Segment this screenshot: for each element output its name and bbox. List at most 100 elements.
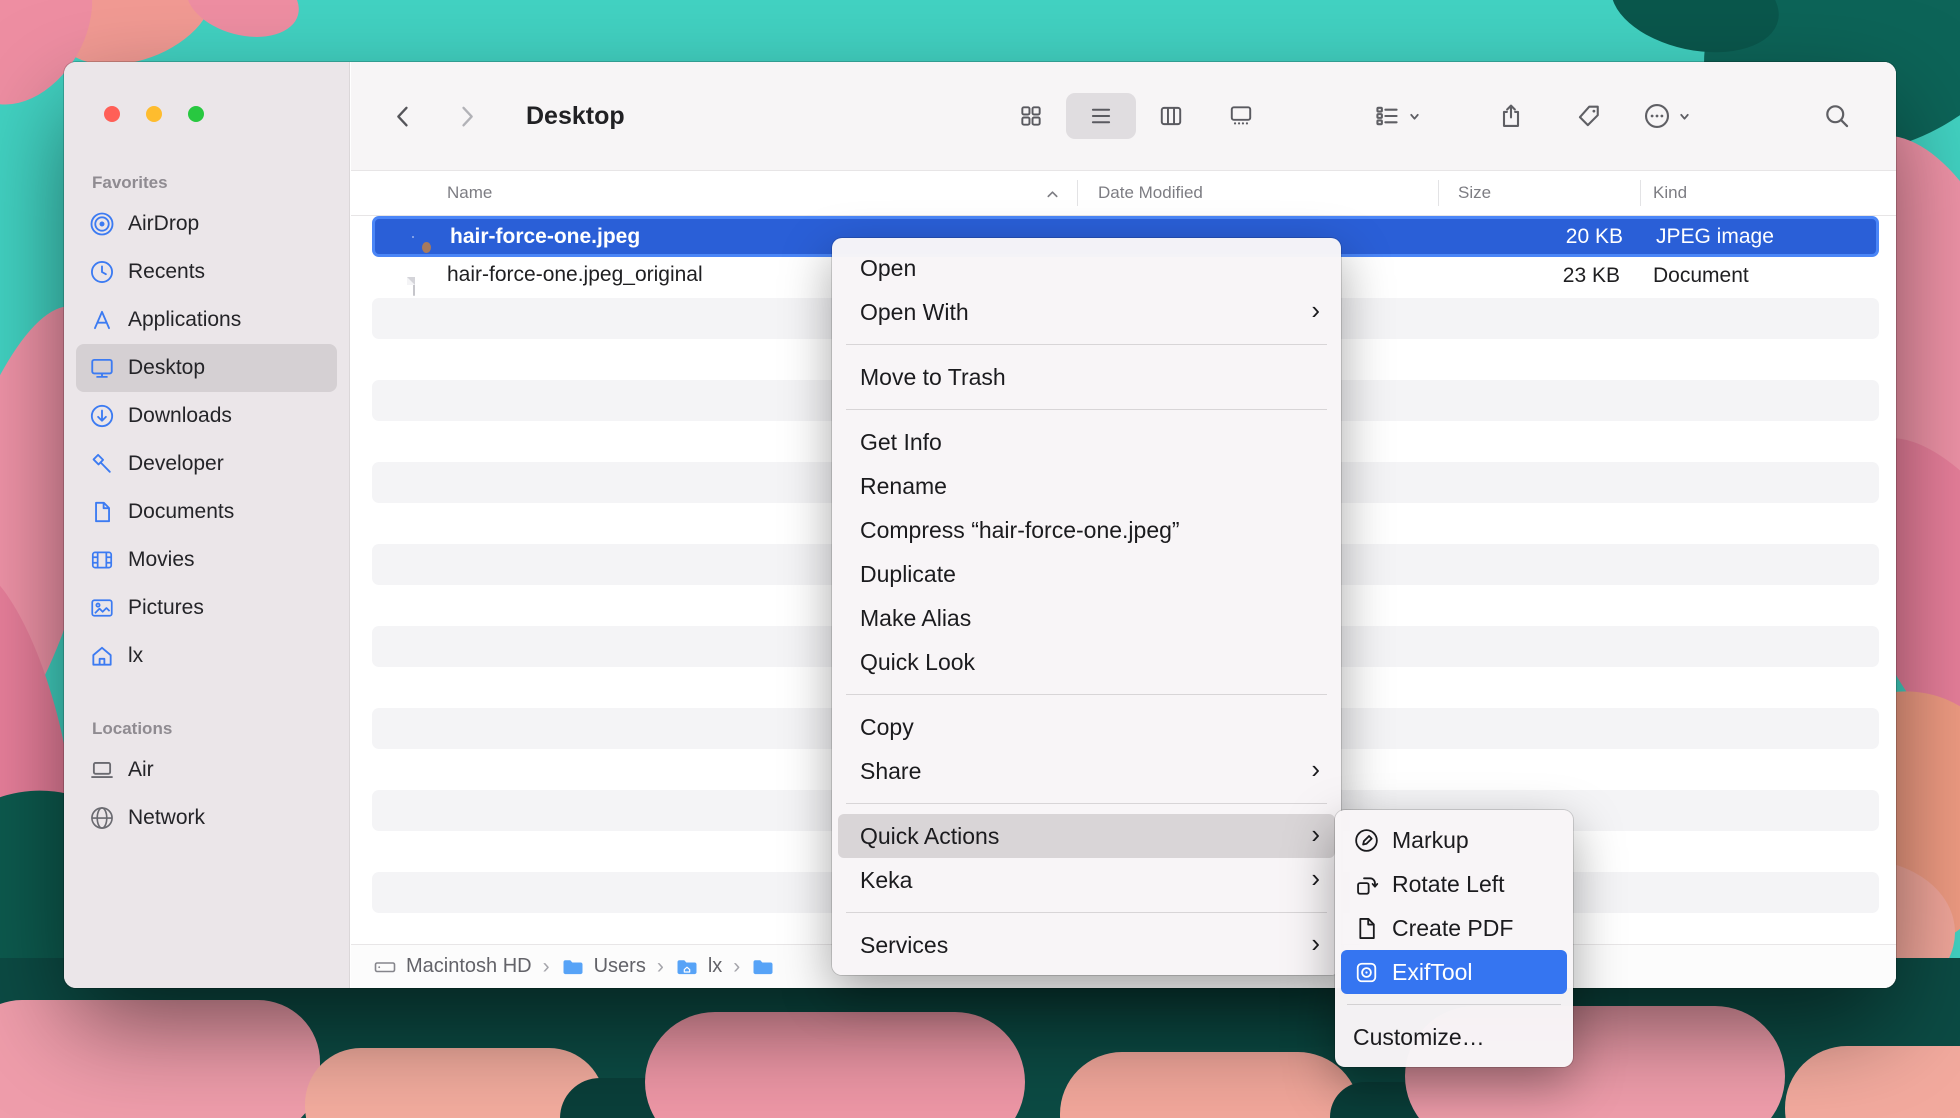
file-name: hair-force-one.jpeg_original	[447, 257, 703, 293]
window-title: Desktop	[526, 62, 625, 170]
close-button[interactable]	[104, 106, 120, 122]
sidebar-item-air[interactable]: Air	[76, 746, 337, 794]
gallery-view-button[interactable]	[1206, 93, 1276, 139]
file-size: 23 KB	[1438, 257, 1620, 295]
group-button[interactable]	[1373, 93, 1421, 139]
submenu-chevron-icon: ›	[1311, 756, 1320, 782]
menu-item-open[interactable]: Open	[838, 246, 1335, 290]
toolbar: Desktop	[351, 62, 1896, 170]
sidebar-item-label: Documents	[128, 500, 234, 524]
menu-item-make-alias[interactable]: Make Alias	[838, 596, 1335, 640]
clock-icon	[89, 259, 115, 285]
share-icon	[1497, 102, 1525, 130]
path-item-label: lx	[708, 955, 722, 978]
menu-separator	[846, 912, 1327, 913]
wallpaper-stone	[645, 1012, 1025, 1118]
context-menu: Open Open With› Move to Trash Get Info R…	[832, 238, 1341, 975]
folder-icon	[561, 955, 585, 979]
sidebar-item-movies[interactable]: Movies	[76, 536, 337, 584]
menu-separator	[846, 694, 1327, 695]
menu-item-keka[interactable]: Keka›	[838, 858, 1335, 902]
back-button[interactable]	[389, 102, 417, 130]
home-folder-icon	[675, 955, 699, 979]
path-item-label: Users	[594, 955, 646, 978]
quick-actions-submenu: Markup Rotate Left Create PDF ExifTool C…	[1335, 810, 1573, 1067]
column-header-date-modified[interactable]: Date Modified	[1098, 171, 1203, 215]
file-kind: Document	[1653, 257, 1749, 295]
applications-icon	[89, 307, 115, 333]
minimize-button[interactable]	[146, 106, 162, 122]
group-icon	[1373, 102, 1401, 130]
share-button[interactable]	[1497, 93, 1525, 139]
sidebar-item-label: Developer	[128, 452, 224, 476]
column-divider[interactable]	[1077, 180, 1078, 206]
tags-button[interactable]	[1575, 93, 1603, 139]
search-button[interactable]	[1823, 93, 1851, 139]
submenu-chevron-icon: ›	[1311, 297, 1320, 323]
more-actions-button[interactable]	[1643, 93, 1691, 139]
menu-item-quick-actions[interactable]: Quick Actions›	[838, 814, 1335, 858]
submenu-item-customize[interactable]: Customize…	[1341, 1015, 1567, 1059]
column-header-size[interactable]: Size	[1458, 171, 1491, 215]
view-switcher	[996, 93, 1276, 139]
menu-item-open-with[interactable]: Open With›	[838, 290, 1335, 334]
icon-view-button[interactable]	[996, 93, 1066, 139]
submenu-item-create-pdf[interactable]: Create PDF	[1341, 906, 1567, 950]
document-file-icon	[413, 277, 415, 296]
sidebar-item-applications[interactable]: Applications	[76, 296, 337, 344]
markup-icon	[1353, 827, 1380, 854]
list-view-button[interactable]	[1066, 93, 1136, 139]
column-header-kind[interactable]: Kind	[1653, 171, 1687, 215]
wallpaper-stone	[1060, 1052, 1360, 1118]
menu-item-services[interactable]: Services›	[838, 923, 1335, 967]
ellipsis-circle-icon	[1643, 102, 1671, 130]
path-item-users[interactable]: Users	[561, 955, 646, 979]
zoom-button[interactable]	[188, 106, 204, 122]
forward-button[interactable]	[453, 102, 481, 130]
sidebar-item-network[interactable]: Network	[76, 794, 337, 842]
submenu-item-exiftool[interactable]: ExifTool	[1341, 950, 1567, 994]
sidebar-item-documents[interactable]: Documents	[76, 488, 337, 536]
submenu-item-markup[interactable]: Markup	[1341, 818, 1567, 862]
sidebar: Favorites AirDrop Recents Applications D…	[64, 62, 350, 988]
sidebar-item-label: lx	[128, 644, 143, 668]
menu-item-duplicate[interactable]: Duplicate	[838, 552, 1335, 596]
path-item-macintosh-hd[interactable]: Macintosh HD	[373, 955, 532, 979]
column-divider[interactable]	[1640, 180, 1641, 206]
column-header-name[interactable]: Name	[447, 171, 492, 215]
create-pdf-icon	[1353, 915, 1380, 942]
submenu-chevron-icon: ›	[1311, 930, 1320, 956]
path-item-lx[interactable]: lx	[675, 955, 722, 979]
path-separator: ›	[543, 955, 550, 979]
menu-item-get-info[interactable]: Get Info	[838, 420, 1335, 464]
sidebar-item-pictures[interactable]: Pictures	[76, 584, 337, 632]
menu-item-share[interactable]: Share›	[838, 749, 1335, 793]
submenu-chevron-icon: ›	[1311, 821, 1320, 847]
sidebar-item-lx[interactable]: lx	[76, 632, 337, 680]
menu-item-copy[interactable]: Copy	[838, 705, 1335, 749]
wallpaper-stone	[0, 1000, 320, 1118]
menu-separator	[846, 344, 1327, 345]
sidebar-item-airdrop[interactable]: AirDrop	[76, 200, 337, 248]
menu-item-compress[interactable]: Compress “hair-force-one.jpeg”	[838, 508, 1335, 552]
sidebar-item-label: Network	[128, 806, 205, 830]
menu-item-quick-look[interactable]: Quick Look	[838, 640, 1335, 684]
sort-ascending-icon	[1045, 187, 1060, 202]
sidebar-item-recents[interactable]: Recents	[76, 248, 337, 296]
menu-item-rename[interactable]: Rename	[838, 464, 1335, 508]
sidebar-item-downloads[interactable]: Downloads	[76, 392, 337, 440]
sidebar-item-desktop[interactable]: Desktop	[76, 344, 337, 392]
file-kind: JPEG image	[1656, 219, 1774, 254]
sidebar-item-label: Movies	[128, 548, 195, 572]
desktop-icon	[89, 355, 115, 381]
submenu-item-rotate-left[interactable]: Rotate Left	[1341, 862, 1567, 906]
column-view-button[interactable]	[1136, 93, 1206, 139]
path-item-desktop[interactable]	[751, 955, 784, 979]
column-divider[interactable]	[1438, 180, 1439, 206]
menu-item-move-to-trash[interactable]: Move to Trash	[838, 355, 1335, 399]
sidebar-item-developer[interactable]: Developer	[76, 440, 337, 488]
tag-icon	[1575, 102, 1603, 130]
hammer-icon	[89, 451, 115, 477]
sidebar-item-label: Downloads	[128, 404, 232, 428]
sidebar-section-favorites-label: Favorites	[76, 166, 337, 200]
